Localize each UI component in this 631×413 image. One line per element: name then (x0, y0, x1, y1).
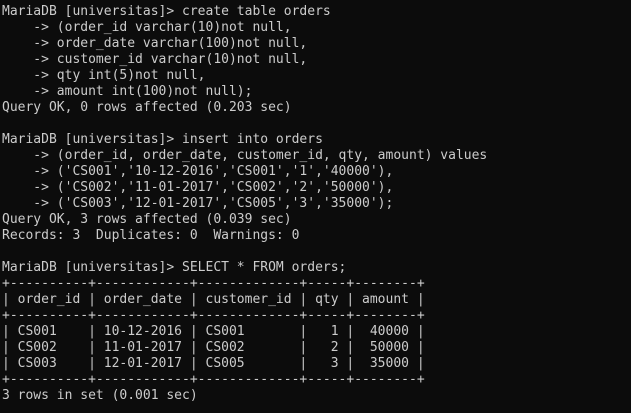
prompt-line: MariaDB [universitas]> insert into order… (2, 132, 323, 147)
continuation-line: -> ('CS003','12-01-2017','CS005','3','35… (2, 196, 394, 211)
prompt-line: MariaDB [universitas]> create table orde… (2, 4, 331, 19)
continuation-line: -> ('CS002','11-01-2017','CS002','2','50… (2, 180, 394, 195)
table-border-line: +----------+------------+-------------+-… (2, 372, 425, 387)
table-border-line: +----------+------------+-------------+-… (2, 276, 425, 291)
table-row: | CS003 | 12-01-2017 | CS005 | 3 | 35000… (2, 356, 425, 371)
query-result-line: Query OK, 3 rows affected (0.039 sec) (2, 212, 292, 227)
continuation-line: -> customer_id varchar(10)not null, (2, 52, 308, 67)
continuation-line: -> qty int(5)not null, (2, 68, 206, 83)
continuation-line: -> (order_id, order_date, customer_id, q… (2, 148, 488, 163)
table-row: | CS001 | 10-12-2016 | CS001 | 1 | 40000… (2, 324, 425, 339)
table-row: | CS002 | 11-01-2017 | CS002 | 2 | 50000… (2, 340, 425, 355)
continuation-line: -> ('CS001','10-12-2016','CS001','1','40… (2, 164, 394, 179)
rows-in-set-line: 3 rows in set (0.001 sec) (2, 388, 198, 403)
continuation-line: -> amount int(100)not null); (2, 84, 253, 99)
table-header-row: | order_id | order_date | customer_id | … (2, 292, 425, 307)
terminal-window[interactable]: MariaDB [universitas]> create table orde… (0, 0, 631, 413)
query-result-line: Query OK, 0 rows affected (0.203 sec) (2, 100, 292, 115)
prompt-line: MariaDB [universitas]> SELECT * FROM ord… (2, 260, 347, 275)
records-summary-line: Records: 3 Duplicates: 0 Warnings: 0 (2, 228, 300, 243)
table-border-line: +----------+------------+-------------+-… (2, 308, 425, 323)
continuation-line: -> order_date varchar(100)not null, (2, 36, 308, 51)
continuation-line: -> (order_id varchar(10)not null, (2, 20, 292, 35)
